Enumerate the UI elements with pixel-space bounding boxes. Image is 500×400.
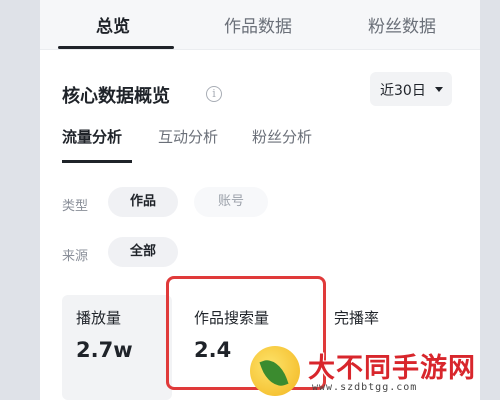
metric-card-views[interactable]: 播放量 2.7w [62, 295, 172, 400]
watermark-url: www.szdbtgg.com [312, 382, 418, 393]
top-tab-bar: 总览 作品数据 粉丝数据 [40, 0, 480, 50]
watermark: 大不同手游网 www.szdbtgg.com [250, 342, 500, 400]
filter-type-label: 类型 [62, 199, 89, 214]
metric-label: 完播率 [334, 309, 380, 327]
filter-source-label: 来源 [62, 249, 89, 264]
subtab-indicator [62, 160, 132, 163]
filter-chip-all[interactable]: 全部 [108, 237, 178, 267]
watermark-logo-icon [250, 346, 300, 396]
metric-label: 播放量 [76, 309, 122, 327]
subtab-traffic[interactable]: 流量分析 [62, 126, 122, 147]
subtab-interaction[interactable]: 互动分析 [158, 126, 218, 147]
tab-content-data[interactable]: 作品数据 [224, 12, 292, 37]
section-title: 核心数据概览 [62, 86, 170, 107]
chevron-down-icon [435, 87, 443, 92]
subtab-fans[interactable]: 粉丝分析 [252, 126, 312, 147]
active-tab-indicator [58, 46, 174, 49]
watermark-title: 大不同手游网 [308, 353, 476, 384]
date-range-value: 近30日 [380, 83, 426, 99]
leaf-icon [259, 355, 289, 391]
tab-overview[interactable]: 总览 [96, 12, 130, 37]
date-range-dropdown[interactable]: 近30日 [370, 72, 452, 106]
tab-fan-data[interactable]: 粉丝数据 [368, 12, 436, 37]
filter-chip-works[interactable]: 作品 [108, 187, 178, 217]
metric-value: 2.7w [76, 338, 133, 362]
info-icon[interactable]: i [206, 86, 222, 102]
filter-chip-account[interactable]: 账号 [194, 187, 268, 217]
analytics-panel: 总览 作品数据 粉丝数据 核心数据概览 i 近30日 流量分析 互动分析 粉丝分… [40, 0, 480, 400]
